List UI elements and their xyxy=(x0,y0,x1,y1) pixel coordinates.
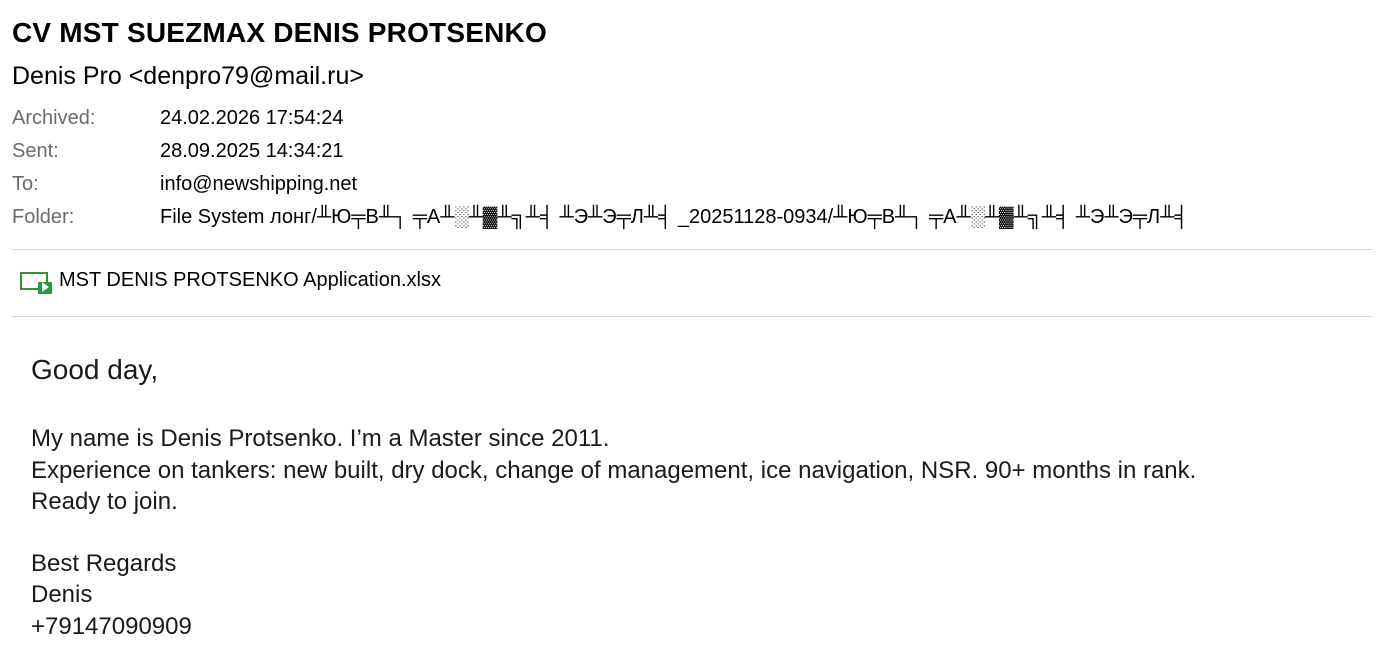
signature: Best Regards Denis +79147090909 xyxy=(31,548,1196,643)
to-value[interactable]: info@newshipping.net xyxy=(160,173,357,196)
signature-phone: +79147090909 xyxy=(31,612,192,640)
header-divider xyxy=(12,249,1373,250)
body-line: My name is Denis Protsenko. I’m a Master… xyxy=(31,425,610,452)
signature-line: Best Regards xyxy=(31,549,177,577)
greeting-text: Good day, xyxy=(31,354,159,385)
email-from[interactable]: Denis Pro <denpro79@mail.ru> xyxy=(12,62,364,91)
to-label: To: xyxy=(12,173,39,195)
body-line: Experience on tankers: new built, dry do… xyxy=(31,456,1197,484)
attachment-divider xyxy=(12,316,1373,317)
archived-label: Archived: xyxy=(12,107,96,129)
sent-value: 28.09.2025 14:34:21 xyxy=(160,140,344,162)
attachment-name[interactable]: MST DENIS PROTSENKO Application.xlsx xyxy=(59,269,441,292)
folder-value: File System лонг/╨Ю╤В╨┐ ╤А╨░╨▓╨╗╨╡ ╨Э╨Э╤… xyxy=(160,206,1189,228)
attachment-item[interactable]: MST DENIS PROTSENKO Application.xlsx xyxy=(20,268,441,294)
sent-label: Sent: xyxy=(12,140,59,162)
body-line: Ready to join. xyxy=(31,488,178,515)
signature-name: Denis xyxy=(31,581,93,608)
excel-file-icon xyxy=(20,268,52,294)
archived-value: 24.02.2026 17:54:24 xyxy=(160,107,344,129)
body-paragraph: My name is Denis Protsenko. I’m a Master… xyxy=(31,423,1196,518)
email-subject: CV MST SUEZMAX DENIS PROTSENKO xyxy=(12,17,547,48)
folder-label: Folder: xyxy=(12,206,75,228)
email-body: Good day, My name is Denis Protsenko. I’… xyxy=(31,352,1196,642)
